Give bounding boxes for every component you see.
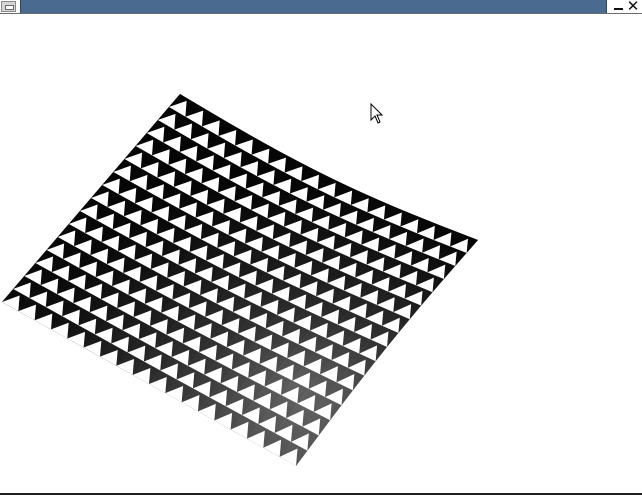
app-window: ✕ [0, 0, 642, 496]
render-canvas[interactable] [0, 14, 642, 494]
window-menu-icon[interactable] [1, 1, 16, 12]
title-bar[interactable]: ✕ [0, 0, 642, 14]
close-icon[interactable]: ✕ [626, 0, 640, 14]
minimize-icon[interactable] [611, 0, 625, 13]
textured-surface [2, 94, 478, 466]
window-title[interactable] [20, 0, 607, 13]
mouse-pointer-icon [370, 103, 384, 125]
bottom-border [0, 493, 642, 495]
